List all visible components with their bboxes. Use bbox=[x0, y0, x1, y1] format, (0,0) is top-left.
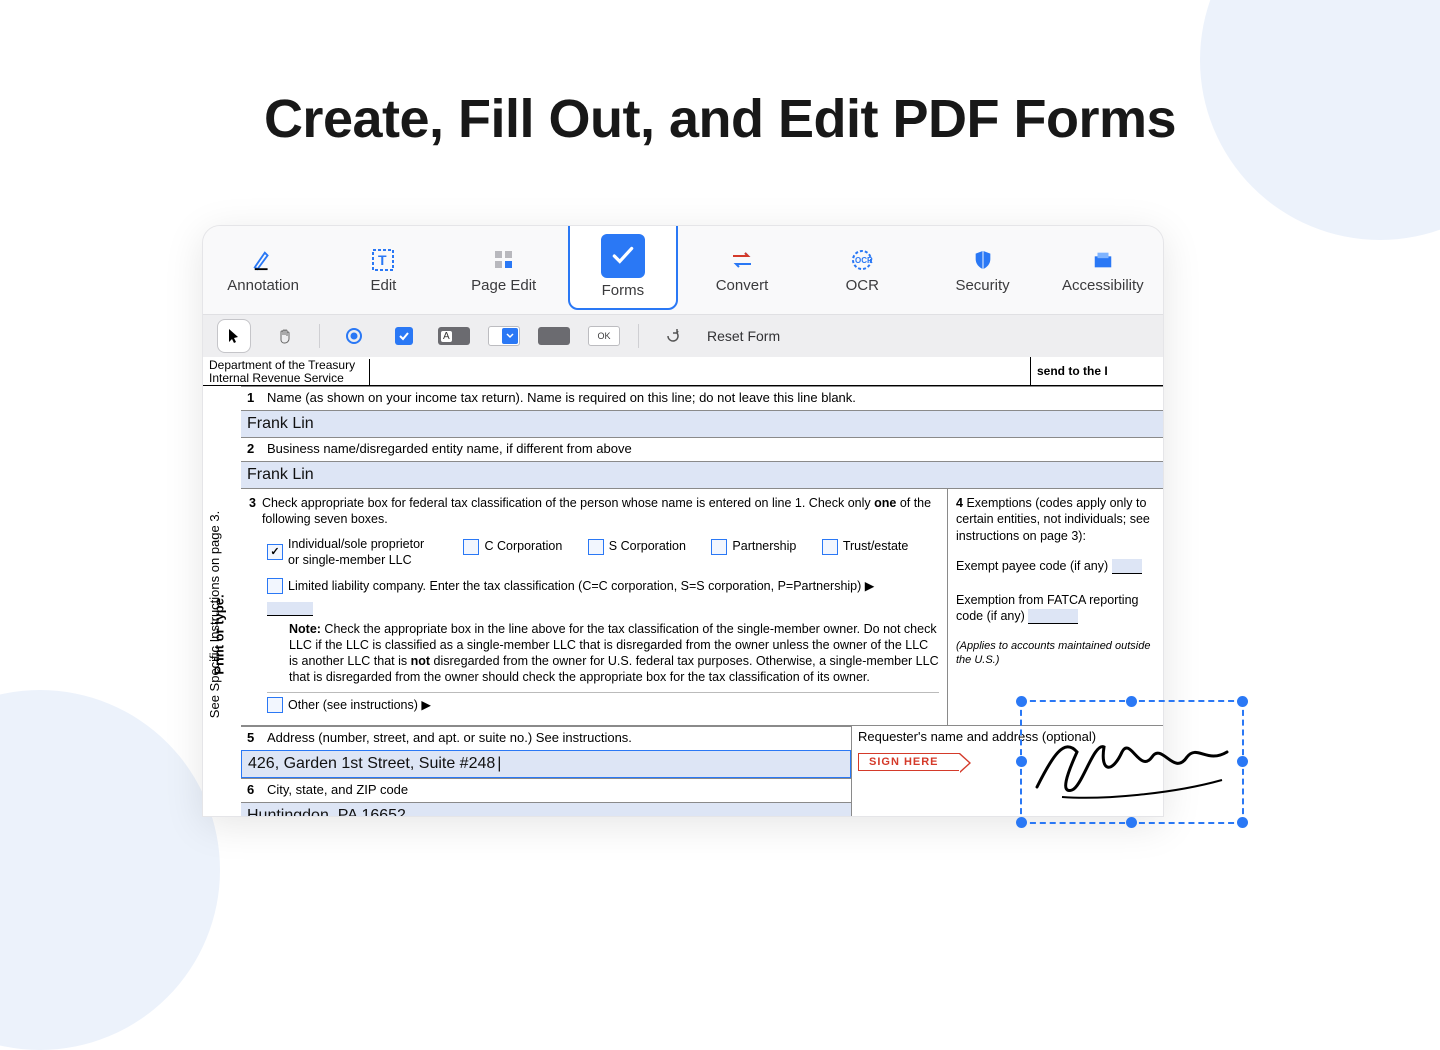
accessibility-icon bbox=[1092, 247, 1114, 273]
field3-box: 3 Check appropriate box for federal tax … bbox=[241, 489, 948, 725]
tab-security[interactable]: Security bbox=[922, 226, 1042, 314]
cursor-tool[interactable] bbox=[217, 319, 251, 353]
divider bbox=[638, 324, 639, 348]
fatca-code-input[interactable] bbox=[1028, 609, 1078, 624]
tab-edit[interactable]: T Edit bbox=[323, 226, 443, 314]
tab-label: Forms bbox=[602, 282, 645, 299]
forms-icon bbox=[601, 234, 645, 278]
tab-label: Page Edit bbox=[471, 277, 536, 294]
form-toolbar: A OK Reset Form bbox=[203, 314, 1163, 357]
svg-text:OCR: OCR bbox=[855, 256, 873, 265]
hand-tool[interactable] bbox=[269, 320, 301, 352]
shield-icon bbox=[972, 247, 994, 273]
checkbox-trust[interactable]: Trust/estate bbox=[822, 538, 909, 554]
tab-forms[interactable]: Forms bbox=[568, 225, 678, 310]
text-field-tool[interactable]: A bbox=[438, 320, 470, 352]
tab-convert[interactable]: Convert bbox=[682, 226, 802, 314]
tab-label: Edit bbox=[370, 277, 396, 294]
page-title: Create, Fill Out, and Edit PDF Forms bbox=[0, 88, 1440, 150]
checkbox-field-tool[interactable] bbox=[388, 320, 420, 352]
tab-ocr[interactable]: OCR OCR bbox=[802, 226, 922, 314]
exempt-code-input[interactable] bbox=[1112, 559, 1142, 574]
reset-form-button[interactable]: Reset Form bbox=[707, 328, 780, 344]
tab-label: Accessibility bbox=[1062, 277, 1144, 294]
sendto-cell: send to the I bbox=[1030, 357, 1163, 385]
checkbox-other[interactable]: Other (see instructions) ▶ bbox=[267, 697, 431, 713]
signature-selection[interactable] bbox=[1020, 700, 1244, 824]
side-instructions: Print or type. See Specific Instructions… bbox=[203, 417, 241, 817]
field2-input[interactable]: Frank Lin bbox=[241, 461, 1163, 488]
field6-label: 6City, state, and ZIP code bbox=[241, 778, 851, 802]
field4-box: 4 Exemptions (codes apply only to certai… bbox=[948, 489, 1163, 725]
field6-input[interactable]: Huntingdon, PA 16652 bbox=[241, 802, 851, 817]
tab-annotation[interactable]: Annotation bbox=[203, 226, 323, 314]
ocr-icon: OCR bbox=[850, 247, 874, 273]
button-field-tool[interactable]: OK bbox=[588, 320, 620, 352]
pdf-form-viewport[interactable]: Department of the Treasury Internal Reve… bbox=[203, 357, 1163, 817]
svg-text:T: T bbox=[378, 252, 387, 268]
tab-label: Security bbox=[955, 277, 1009, 294]
decorative-blob bbox=[0, 690, 220, 1050]
radio-field-tool[interactable] bbox=[338, 320, 370, 352]
field1-label: 1Name (as shown on your income tax retur… bbox=[241, 386, 1163, 410]
checkbox-llc[interactable]: Limited liability company. Enter the tax… bbox=[267, 578, 874, 594]
field2-label: 2Business name/disregarded entity name, … bbox=[241, 437, 1163, 461]
form-issuer: Department of the Treasury Internal Reve… bbox=[203, 359, 370, 385]
edit-text-icon: T bbox=[372, 247, 394, 273]
tab-label: Convert bbox=[716, 277, 769, 294]
checkbox-partnership[interactable]: Partnership bbox=[711, 538, 796, 554]
annotation-icon bbox=[252, 247, 274, 273]
divider bbox=[319, 324, 320, 348]
field5-label: 5Address (number, street, and apt. or su… bbox=[241, 726, 851, 750]
checkbox-s-corp[interactable]: S Corporation bbox=[588, 538, 686, 554]
field5-input[interactable]: 426, Garden 1st Street, Suite #248 bbox=[241, 750, 851, 778]
sign-here-badge[interactable]: SIGN HERE bbox=[858, 753, 960, 771]
tab-accessibility[interactable]: Accessibility bbox=[1043, 226, 1163, 314]
tab-page-edit[interactable]: Page Edit bbox=[444, 226, 564, 314]
list-field-tool[interactable] bbox=[538, 320, 570, 352]
tab-label: OCR bbox=[846, 277, 879, 294]
checkbox-individual[interactable]: Individual/sole proprietor or single-mem… bbox=[267, 536, 438, 569]
checkbox-c-corp[interactable]: C Corporation bbox=[463, 538, 562, 554]
reset-icon[interactable] bbox=[657, 320, 689, 352]
page-edit-icon bbox=[493, 247, 515, 273]
ribbon-tabs: Annotation T Edit Page Edit Forms Conver… bbox=[203, 226, 1163, 314]
field1-input[interactable]: Frank Lin bbox=[241, 410, 1163, 437]
signature-icon bbox=[1022, 702, 1242, 822]
dropdown-field-tool[interactable] bbox=[488, 320, 520, 352]
convert-icon bbox=[730, 247, 754, 273]
llc-classification-input[interactable] bbox=[267, 602, 313, 616]
tab-label: Annotation bbox=[227, 277, 299, 294]
